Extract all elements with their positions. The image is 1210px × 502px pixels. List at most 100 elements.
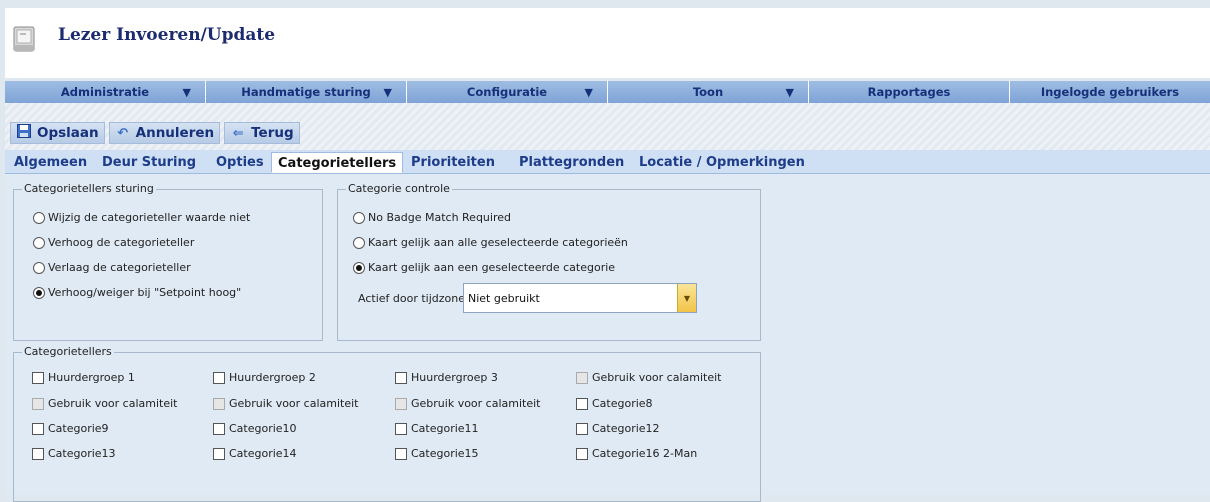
teller-checkbox[interactable]: Categorie11 [395, 422, 479, 435]
sturing-option[interactable]: Verhoog de categorieteller [33, 236, 194, 249]
page-title: Lezer Invoeren/Update [58, 25, 276, 45]
checkbox-label: Huurdergroep 1 [48, 371, 135, 384]
controle-option[interactable]: No Badge Match Required [353, 211, 511, 224]
sturing-option[interactable]: Verhoog/weiger bij "Setpoint hoog" [33, 286, 241, 299]
checkbox-label: Categorie15 [411, 447, 479, 460]
radio-button[interactable] [353, 211, 365, 224]
tab-bar: Algemeen Deur Sturing Opties Categoriete… [5, 150, 1210, 174]
checkbox[interactable] [576, 397, 588, 410]
checkbox-label: Categorie10 [229, 422, 297, 435]
checkbox-label: Categorie11 [411, 422, 479, 435]
checkbox-label: Huurdergroep 3 [411, 371, 498, 384]
teller-checkbox[interactable]: Categorie8 [576, 397, 653, 410]
menu-toon[interactable]: Toon ▼ [608, 81, 809, 103]
teller-checkbox[interactable]: Huurdergroep 3 [395, 371, 498, 384]
cancel-button[interactable]: ↶ Annuleren [108, 122, 221, 144]
sturing-option[interactable]: Wijzig de categorieteller waarde niet [33, 211, 250, 224]
teller-checkbox[interactable]: Categorie16 2-Man [576, 447, 697, 460]
teller-checkbox[interactable]: Categorie13 [32, 447, 116, 460]
option-label: Wijzig de categorieteller waarde niet [48, 211, 251, 224]
teller-checkbox: Gebruik voor calamiteit [576, 371, 722, 384]
checkbox-label: Categorie16 2-Man [592, 447, 698, 460]
checkbox-label: Categorie8 [592, 397, 653, 410]
checkbox[interactable] [32, 422, 44, 435]
option-label: Verhoog/weiger bij "Setpoint hoog" [48, 286, 242, 299]
menu-ingelogde-gebruikers[interactable]: Ingelogde gebruikers [1010, 81, 1210, 103]
checkbox[interactable] [395, 447, 407, 460]
radio-button[interactable] [33, 261, 45, 274]
checkbox[interactable] [395, 422, 407, 435]
checkbox-label: Categorie12 [592, 422, 660, 435]
tab-categorietellers[interactable]: Categorietellers [271, 152, 404, 173]
checkbox-label: Categorie14 [229, 447, 297, 460]
checkbox[interactable] [32, 447, 44, 460]
radio-button[interactable] [33, 236, 45, 249]
tab-opties[interactable]: Opties [210, 152, 270, 173]
checkbox[interactable] [395, 371, 407, 384]
menu-label: Handmatige sturing [241, 85, 371, 99]
checkbox-label: Gebruik voor calamiteit [592, 371, 722, 384]
chevron-down-icon: ▼ [785, 86, 794, 99]
tab-plattegronden[interactable]: Plattegronden [513, 152, 630, 173]
checkbox-label: Gebruik voor calamiteit [48, 397, 178, 410]
teller-checkbox[interactable]: Categorie12 [576, 422, 660, 435]
chevron-down-icon: ▼ [182, 86, 191, 99]
teller-checkbox[interactable]: Categorie10 [213, 422, 297, 435]
save-label: Opslaan [37, 125, 99, 141]
checkbox [213, 397, 225, 410]
timezone-value: Niet gebruikt [468, 291, 540, 305]
teller-checkbox[interactable]: Categorie15 [395, 447, 479, 460]
teller-checkbox: Gebruik voor calamiteit [213, 397, 359, 410]
option-label: Verhoog de categorieteller [48, 236, 195, 249]
menu-rapportages[interactable]: Rapportages [809, 81, 1010, 103]
radio-button[interactable] [353, 261, 365, 274]
menu-configuratie[interactable]: Configuratie ▼ [407, 81, 608, 103]
sturing-option[interactable]: Verlaag de categorieteller [33, 261, 191, 274]
document-icon [13, 26, 35, 52]
chevron-down-icon[interactable]: ▼ [677, 284, 696, 312]
top-strip [0, 0, 1210, 8]
checkbox-label: Huurdergroep 2 [229, 371, 316, 384]
option-label: Kaart gelijk aan een geselecteerde categ… [368, 261, 616, 274]
checkbox[interactable] [213, 422, 225, 435]
teller-checkbox[interactable]: Categorie9 [32, 422, 109, 435]
checkbox-label: Categorie13 [48, 447, 116, 460]
timezone-select[interactable]: Niet gebruikt ▼ [463, 283, 697, 313]
teller-checkbox[interactable]: Categorie14 [213, 447, 297, 460]
controle-legend: Categorie controle [346, 182, 452, 195]
tellers-legend: Categorietellers [22, 345, 114, 358]
teller-checkbox[interactable]: Huurdergroep 1 [32, 371, 135, 384]
checkbox[interactable] [32, 371, 44, 384]
checkbox[interactable] [576, 422, 588, 435]
controle-option[interactable]: Kaart gelijk aan alle geselecteerde cate… [353, 236, 628, 249]
menu-label: Toon [692, 85, 724, 99]
teller-checkbox: Gebruik voor calamiteit [395, 397, 541, 410]
teller-checkbox: Gebruik voor calamiteit [32, 397, 178, 410]
checkbox [576, 371, 588, 384]
tab-deur-sturing[interactable]: Deur Sturing [96, 152, 202, 173]
menu-label: Administratie [60, 85, 150, 99]
checkbox [395, 397, 407, 410]
checkbox[interactable] [213, 371, 225, 384]
save-button[interactable]: Opslaan [10, 122, 105, 144]
menu-handmatige-sturing[interactable]: Handmatige sturing ▼ [206, 81, 407, 103]
tab-locatie-opmerkingen[interactable]: Locatie / Opmerkingen [633, 152, 811, 173]
chevron-down-icon: ▼ [584, 86, 593, 99]
option-label: Kaart gelijk aan alle geselecteerde cate… [368, 236, 628, 249]
menu-label: Ingelogde gebruikers [1040, 85, 1180, 99]
radio-button[interactable] [33, 286, 45, 299]
main-menu: Administratie ▼ Handmatige sturing ▼ Con… [5, 81, 1210, 103]
checkbox[interactable] [576, 447, 588, 460]
save-icon [16, 124, 32, 142]
radio-button[interactable] [353, 236, 365, 249]
menu-label: Rapportages [867, 85, 951, 99]
menu-administratie[interactable]: Administratie ▼ [5, 81, 206, 103]
tab-algemeen[interactable]: Algemeen [8, 152, 93, 173]
back-button[interactable]: ⇐ Terug [224, 122, 300, 144]
cancel-label: Annuleren [135, 125, 215, 141]
teller-checkbox[interactable]: Huurdergroep 2 [213, 371, 316, 384]
radio-button[interactable] [33, 211, 45, 224]
tab-prioriteiten[interactable]: Prioriteiten [405, 152, 501, 173]
checkbox[interactable] [213, 447, 225, 460]
controle-option[interactable]: Kaart gelijk aan een geselecteerde categ… [353, 261, 615, 274]
